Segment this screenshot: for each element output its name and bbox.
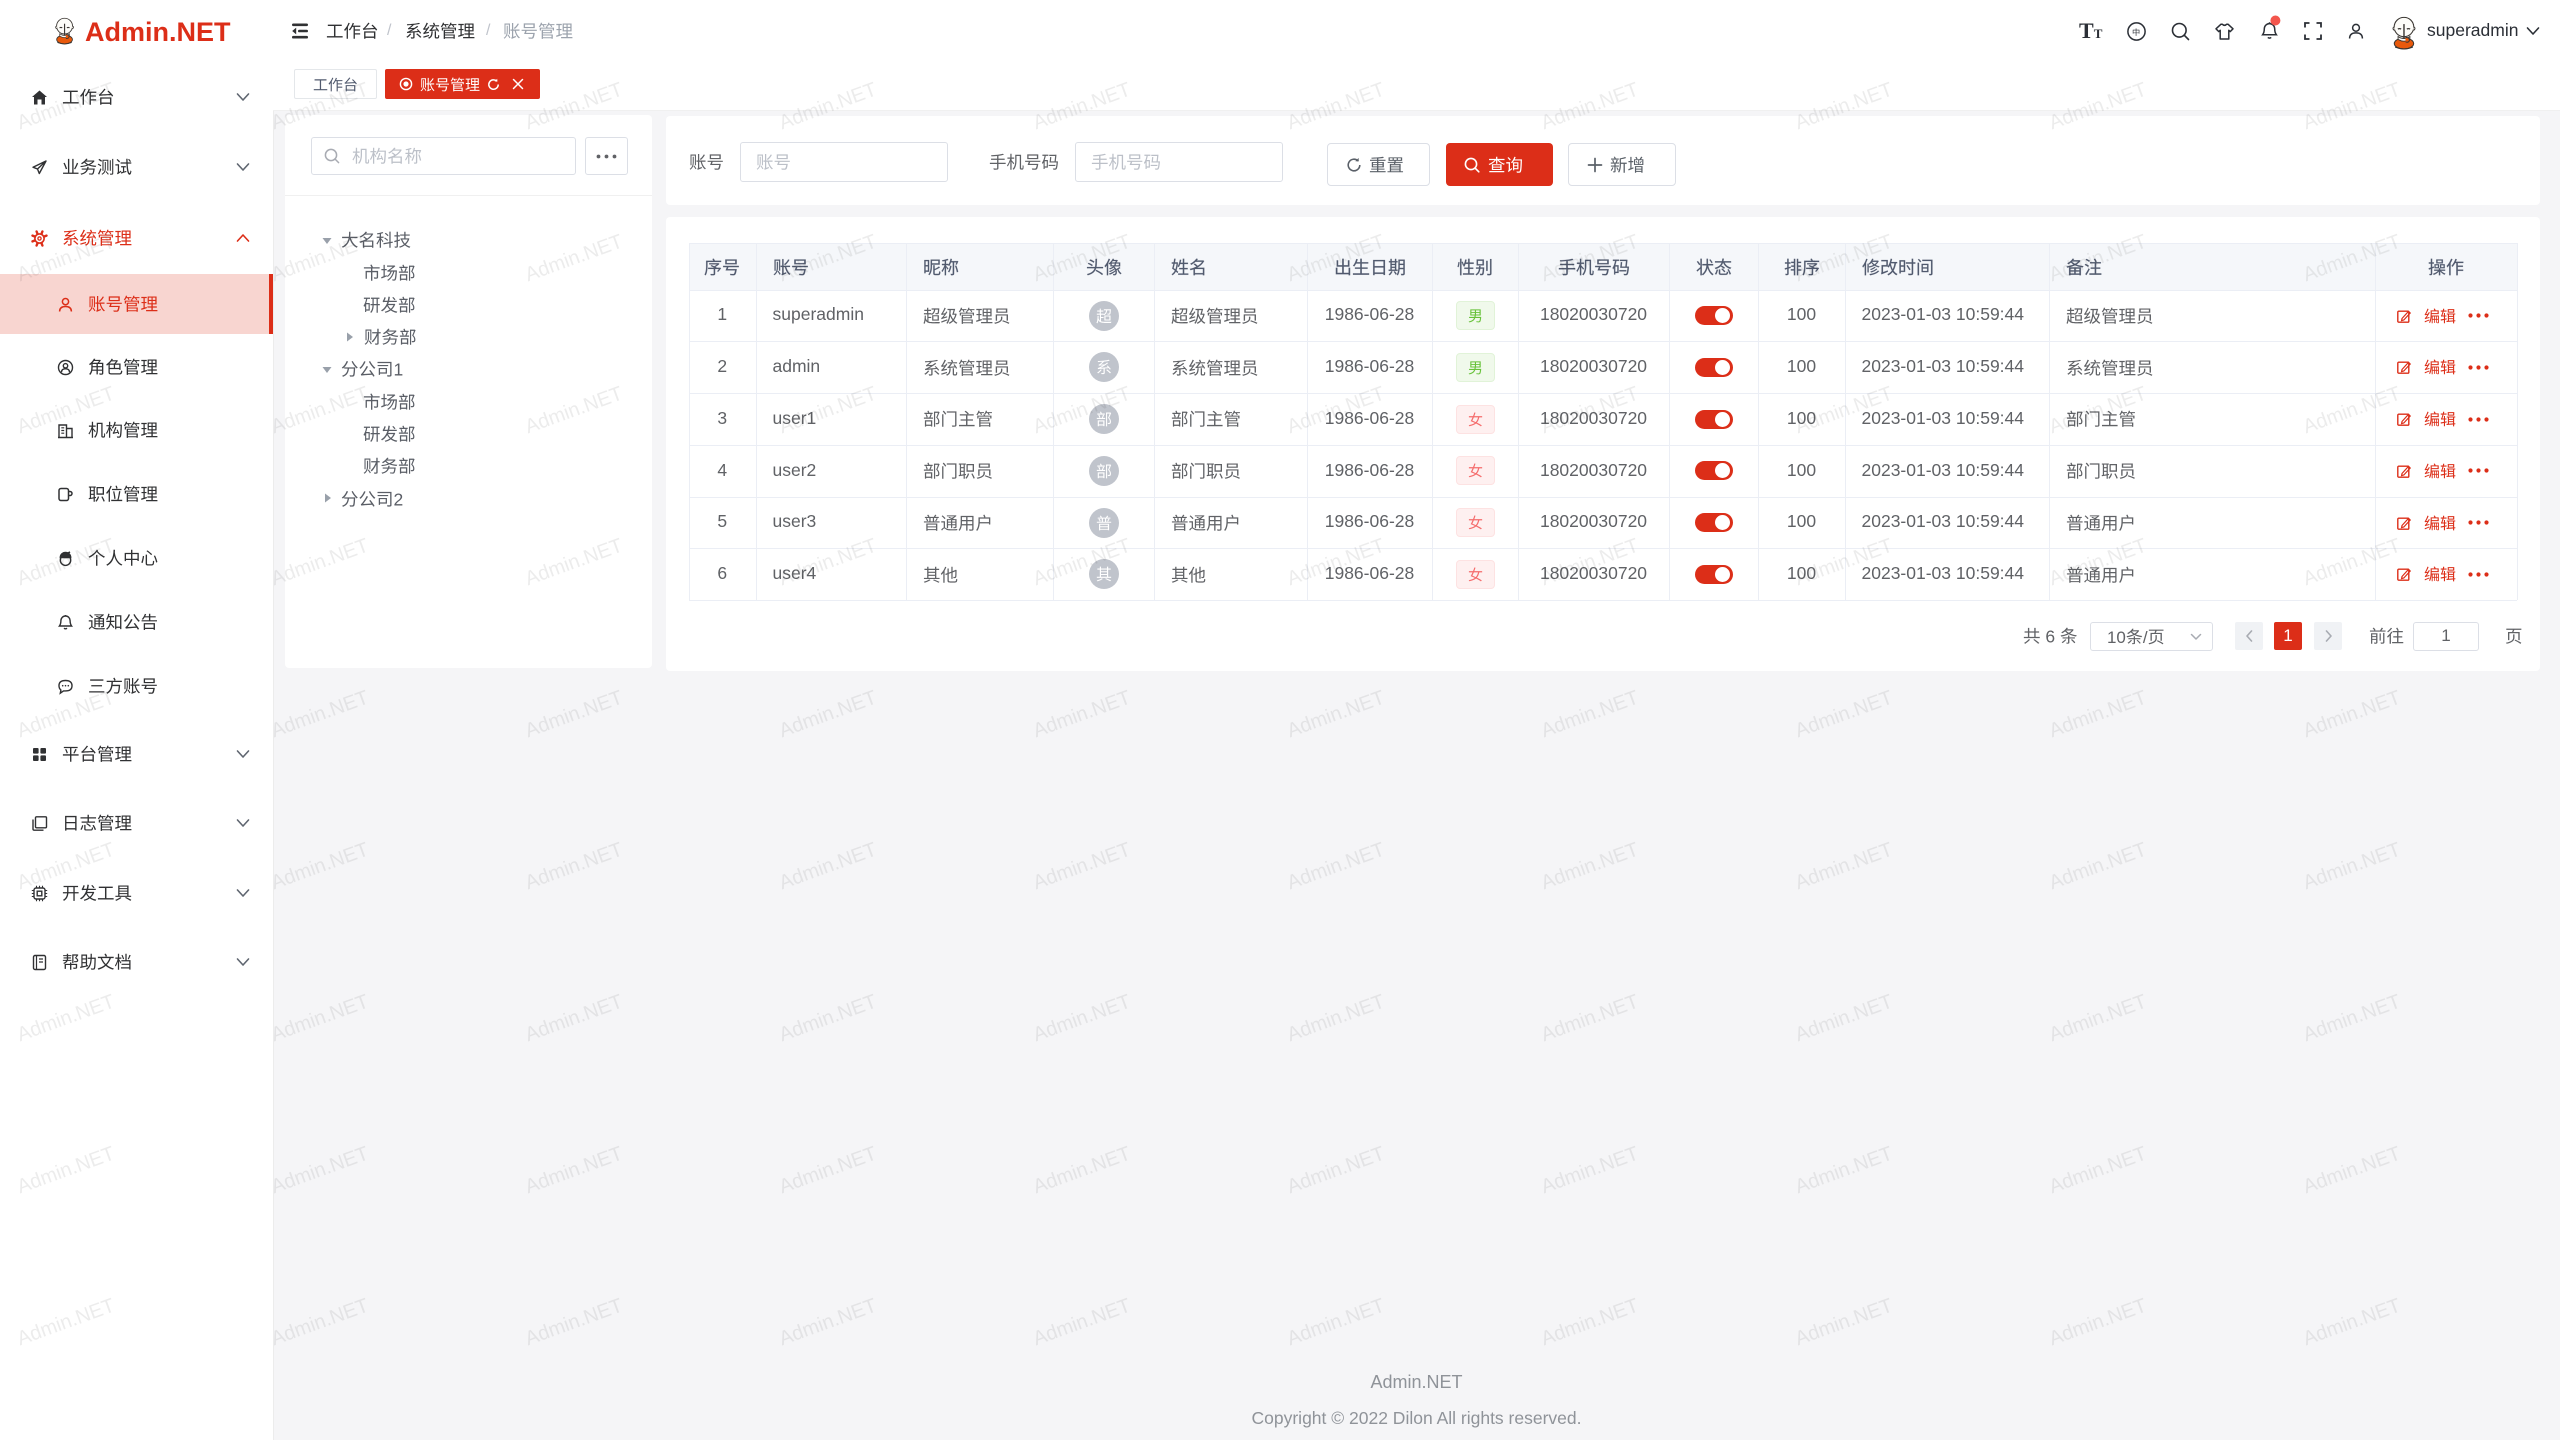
svg-text:2: 2 — [393, 489, 403, 509]
svg-text:1: 1 — [393, 360, 403, 380]
svg-text:10: 10 — [2107, 627, 2126, 646]
svg-text:/: / — [2143, 627, 2148, 646]
svg-text:6: 6 — [2045, 627, 2055, 647]
